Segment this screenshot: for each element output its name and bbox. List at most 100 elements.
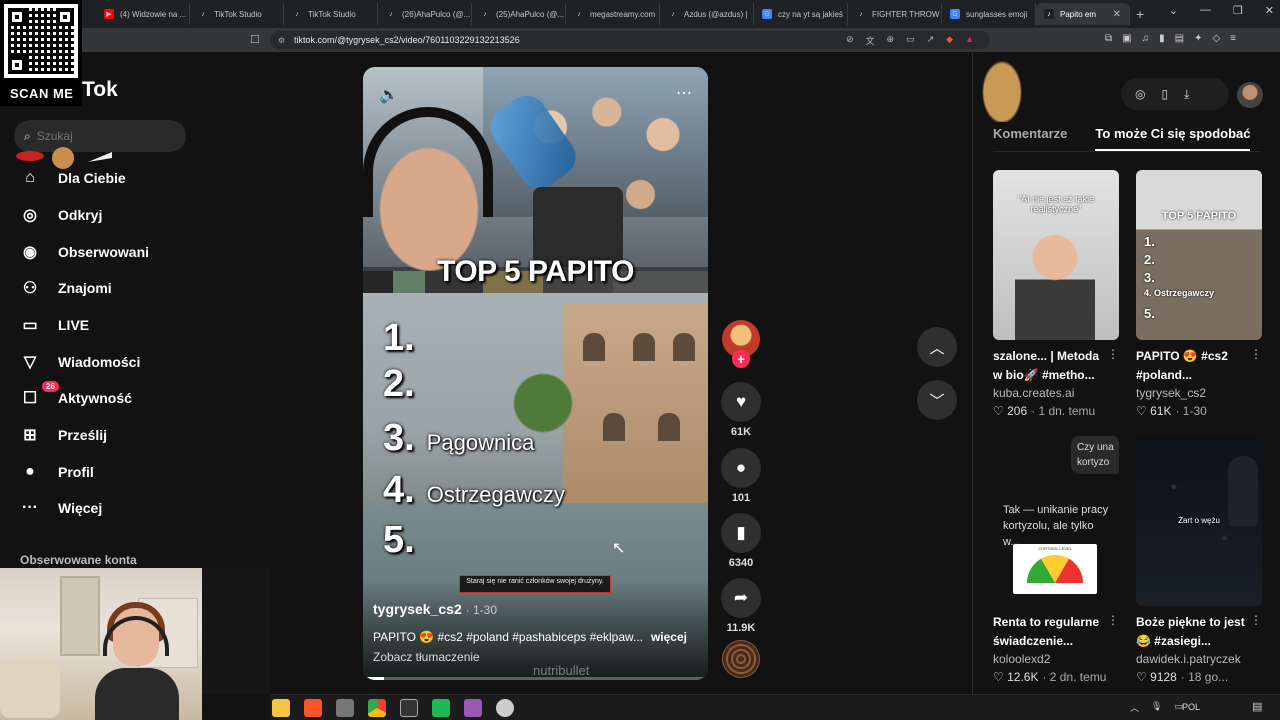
- card-title[interactable]: Boże piękne to jest😂 #zasiegi...: [1136, 613, 1254, 651]
- follow-button[interactable]: +: [732, 350, 750, 368]
- tray-overflow-icon[interactable]: ︿: [1130, 701, 1139, 714]
- brave-rewards-icon[interactable]: ▲: [965, 34, 974, 47]
- sidebar-item-live[interactable]: ▭ LIVE: [16, 307, 256, 343]
- extensions-icon[interactable]: ⧉: [1105, 33, 1112, 44]
- share-icon[interactable]: ↗: [927, 34, 935, 47]
- sidebar-icon[interactable]: ▮: [1159, 33, 1165, 44]
- more-link[interactable]: więcej: [651, 630, 687, 644]
- maximize-button[interactable]: ❐: [1233, 4, 1243, 17]
- download-icon[interactable]: ⤓: [1184, 87, 1189, 102]
- no-video-icon[interactable]: ⊘: [846, 34, 854, 47]
- wallet-icon[interactable]: ▤: [1175, 33, 1184, 44]
- tiktok-logo[interactable]: Tok: [82, 78, 118, 102]
- video-progress-bar[interactable]: [363, 677, 708, 680]
- video-thumbnail[interactable]: CORTISOL LEVEL Czy una kortyzo Tak — unika…: [993, 436, 1119, 606]
- media-icon[interactable]: [432, 698, 450, 717]
- mic-icon[interactable]: 🎙: [1151, 701, 1162, 714]
- mobile-app-icon[interactable]: ▯: [1161, 87, 1168, 101]
- screenshot-icon[interactable]: ▣: [1122, 33, 1131, 44]
- bookmark-save-icon[interactable]: ▮: [721, 513, 761, 553]
- browser-tab[interactable]: ♪ Azdus (@azdus) |: [660, 3, 754, 25]
- share-arrow-icon[interactable]: ➦: [721, 578, 761, 618]
- game-icon[interactable]: [464, 698, 482, 717]
- share-action[interactable]: ➦ 11.9K: [720, 578, 762, 634]
- sidebar-item-more[interactable]: ··· Więcej: [16, 490, 256, 526]
- tab-search-icon[interactable]: ⌄: [1169, 4, 1178, 17]
- card-author[interactable]: kuba.creates.ai: [993, 386, 1119, 400]
- close-window-button[interactable]: ✕: [1265, 4, 1274, 17]
- steam-icon[interactable]: [496, 698, 514, 717]
- tab-comments[interactable]: Komentarze: [993, 126, 1067, 151]
- tab-recommended[interactable]: To może Ci się spodobać: [1095, 126, 1251, 151]
- card-author[interactable]: dawidek.i.patryczek: [1136, 652, 1262, 666]
- obs-icon[interactable]: [400, 698, 418, 717]
- comment-action[interactable]: ● 101: [720, 448, 762, 504]
- save-action[interactable]: ▮ 6340: [720, 513, 762, 569]
- card-title[interactable]: PAPITO 😍 #cs2 #poland...: [1136, 347, 1254, 385]
- volume-icon[interactable]: 🔈: [379, 85, 399, 105]
- sidebar-item-compass[interactable]: ◎ Odkryj: [16, 197, 256, 233]
- author-name[interactable]: tygrysek_cs2: [373, 601, 462, 617]
- video-player[interactable]: 🔈 ⋯ TOP 5 PAPITO 1. 2. 3. Pągownica 4. Ostrze…: [363, 67, 708, 680]
- file-explorer-icon[interactable]: [272, 698, 290, 717]
- new-tab-button[interactable]: +: [1136, 6, 1144, 22]
- user-avatar[interactable]: [1237, 82, 1263, 108]
- recommended-video-card[interactable]: TOP 5 PAPITO 1. 2. 3. 4. Ostrzegawczy 5. PAPIT…: [1136, 170, 1262, 418]
- video-author[interactable]: tygrysek_cs2 · 1-30: [373, 601, 497, 617]
- minimize-button[interactable]: —: [1200, 4, 1211, 17]
- notification-icon[interactable]: ▤: [1252, 700, 1262, 713]
- recommended-video-card[interactable]: "AI nie jest aż takie realistyczne" szalo…: [993, 170, 1119, 418]
- card-title[interactable]: szalone... | Metoda w bio🚀 #metho...: [993, 347, 1111, 385]
- next-video-button[interactable]: ﹀: [917, 380, 957, 420]
- video-more-icon[interactable]: ⋯: [676, 83, 692, 103]
- browser-tab[interactable]: ♪ TikTok Studio: [190, 3, 284, 25]
- sidebar-item-upload[interactable]: ⊞ Prześlij: [16, 417, 256, 453]
- site-info-icon[interactable]: ⚙: [278, 36, 285, 45]
- card-menu-icon[interactable]: ⋮: [1250, 613, 1262, 627]
- zoom-icon[interactable]: ⊕: [887, 34, 895, 47]
- browser-tab[interactable]: Gsunglasses emoji: [942, 3, 1036, 25]
- translate-icon[interactable]: 文: [866, 34, 875, 47]
- recommended-video-card[interactable]: CORTISOL LEVEL Czy una kortyzo Tak — unika…: [993, 436, 1119, 684]
- browser-tab[interactable]: ♪ FIGHTER THROW: [848, 3, 942, 25]
- card-menu-icon[interactable]: ⋮: [1107, 613, 1119, 627]
- video-thumbnail[interactable]: TOP 5 PAPITO 1. 2. 3. 4. Ostrzegawczy 5.: [1136, 170, 1262, 340]
- browser-tab[interactable]: ♪ megastreamy.com: [566, 3, 660, 25]
- like-action[interactable]: ♥ 61K: [720, 382, 762, 438]
- sidebar-item-messages[interactable]: ▽ Wiadomości: [16, 344, 256, 380]
- search-input[interactable]: [36, 129, 167, 143]
- chrome-icon[interactable]: [368, 698, 386, 717]
- sidebar-item-friends[interactable]: ⚇ Znajomi: [16, 270, 256, 306]
- heart-icon[interactable]: ♥: [721, 382, 761, 422]
- brave-icon[interactable]: [304, 698, 322, 717]
- coin-icon[interactable]: ◎: [1135, 87, 1145, 101]
- card-menu-icon[interactable]: ⋮: [1250, 347, 1262, 361]
- sidebar-item-profile[interactable]: ● Profil: [16, 454, 256, 490]
- music-disc-icon[interactable]: [722, 640, 760, 678]
- video-thumbnail[interactable]: Żart o wężu: [1136, 436, 1262, 606]
- browser-tab[interactable]: ♪ Papito em ✕: [1036, 3, 1130, 25]
- bookmark-icon[interactable]: ☐: [250, 33, 260, 46]
- brave-shield-icon[interactable]: ◆: [946, 34, 953, 47]
- close-tab-icon[interactable]: ✕: [1113, 9, 1121, 20]
- previous-video-button[interactable]: ︿: [917, 327, 957, 367]
- card-author[interactable]: tygrysek_cs2: [1136, 386, 1262, 400]
- card-title[interactable]: Renta to regularne świadczenie...: [993, 613, 1111, 651]
- browser-tab[interactable]: ♪ (25)AhaPulco (@...: [472, 3, 566, 25]
- sidebar-item-activity[interactable]: ☐ 26 Aktywność: [16, 380, 256, 416]
- app-icon[interactable]: [336, 698, 354, 717]
- card-menu-icon[interactable]: ⋮: [1107, 347, 1119, 361]
- comment-icon[interactable]: ●: [721, 448, 761, 488]
- sidebar-item-following[interactable]: ◉ Obserwowani: [16, 234, 256, 270]
- cast-icon[interactable]: ▭: [906, 34, 915, 47]
- url-bar[interactable]: ⚙ tiktok.com/@tygrysek_cs2/video/7601103…: [270, 31, 990, 49]
- sidebar-item-home[interactable]: ⌂ Dla Ciebie: [16, 160, 256, 196]
- menu-icon[interactable]: ≡: [1230, 33, 1236, 44]
- see-translation-link[interactable]: Zobacz tłumaczenie: [373, 650, 480, 664]
- vpn-icon[interactable]: ◇: [1212, 33, 1220, 44]
- language-indicator[interactable]: POL: [1182, 702, 1200, 712]
- browser-tab[interactable]: Gczy na yt są jakieś: [754, 3, 848, 25]
- ai-icon[interactable]: ✦: [1194, 33, 1202, 44]
- browser-tab[interactable]: ♪ (26)AhaPulco (@...: [378, 3, 472, 25]
- music-icon[interactable]: ♫: [1142, 33, 1150, 44]
